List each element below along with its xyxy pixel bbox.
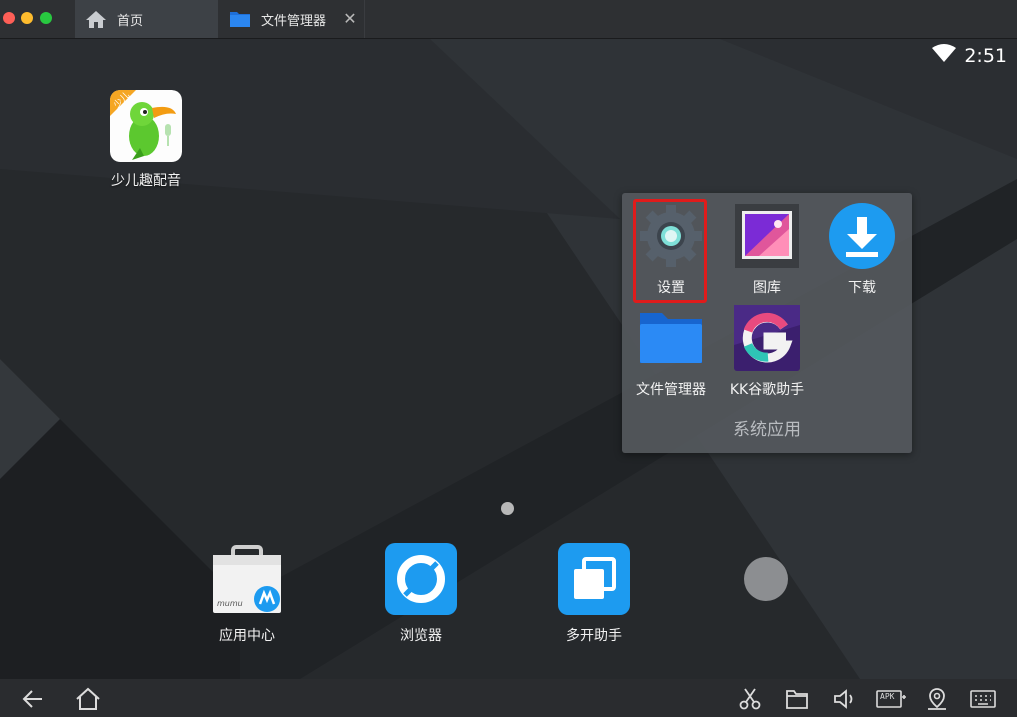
tab-file-manager[interactable]: 文件管理器 ✕ xyxy=(219,0,365,38)
folder-popup-system-apps: 设置 图库 下载 文件管理器 KK谷歌助手 系统应用 xyxy=(622,193,912,453)
tab-label: 首页 xyxy=(117,13,144,29)
folder-icon xyxy=(229,9,251,29)
app-kk-google-helper[interactable]: KK谷歌助手 xyxy=(722,305,812,399)
parrot-app-icon: 少儿 xyxy=(110,90,182,162)
minimize-window-button[interactable] xyxy=(21,12,33,24)
app-shaoer-qupeiyin[interactable]: 少儿 少儿趣配音 xyxy=(101,90,191,190)
tab-home[interactable]: 首页 xyxy=(75,0,218,38)
app-label: 多开助手 xyxy=(566,628,622,644)
bottom-toolbar: APK xyxy=(0,679,1017,717)
location-icon[interactable] xyxy=(924,686,950,712)
dock-app-center[interactable]: mumu 应用中心 xyxy=(192,543,302,645)
multi-instance-icon xyxy=(558,543,630,615)
folder-icon[interactable] xyxy=(784,686,810,712)
app-label: 设置 xyxy=(657,280,685,296)
folder-title[interactable]: 系统应用 xyxy=(622,415,912,440)
apk-text: APK xyxy=(880,692,895,701)
volume-icon[interactable] xyxy=(831,686,857,712)
maximize-window-button[interactable] xyxy=(40,12,52,24)
gallery-icon xyxy=(734,203,800,269)
app-center-icon: mumu xyxy=(211,543,283,615)
home-icon xyxy=(85,9,107,29)
app-label: 文件管理器 xyxy=(636,382,706,398)
home-icon[interactable] xyxy=(75,686,101,712)
back-icon[interactable] xyxy=(20,686,46,712)
app-label: 浏览器 xyxy=(400,628,442,644)
clock: 2:51 xyxy=(964,44,1007,67)
browser-icon xyxy=(385,543,457,615)
close-window-button[interactable] xyxy=(3,12,15,24)
app-drawer-icon xyxy=(730,543,802,615)
page-indicator xyxy=(501,502,514,515)
dock-multi-instance[interactable]: 多开助手 xyxy=(539,543,649,645)
download-icon xyxy=(829,203,895,269)
app-label: KK谷歌助手 xyxy=(729,382,805,398)
dock-browser[interactable]: 浏览器 xyxy=(366,543,476,645)
window-titlebar: 首页 文件管理器 ✕ xyxy=(0,0,1017,39)
app-settings[interactable]: 设置 xyxy=(626,203,716,297)
app-label: 下载 xyxy=(848,280,876,296)
app-label: 图库 xyxy=(753,280,781,296)
app-file-manager[interactable]: 文件管理器 xyxy=(626,305,716,399)
tab-label: 文件管理器 xyxy=(261,13,327,29)
close-tab-icon[interactable]: ✕ xyxy=(342,9,358,29)
app-gallery[interactable]: 图库 xyxy=(722,203,812,297)
brand-text: mumu xyxy=(217,599,243,608)
folder-icon xyxy=(638,305,704,371)
dock-app-drawer[interactable] xyxy=(711,543,821,625)
wifi-icon xyxy=(932,44,957,67)
kk-google-icon xyxy=(734,305,800,371)
status-bar: 2:51 xyxy=(932,44,1007,67)
screenshot-scissors-icon[interactable] xyxy=(737,686,763,712)
android-desktop: 2:51 少儿 少儿趣配音 设置 图库 下载 文件管理器 KK谷歌助手 系统应用… xyxy=(0,39,1017,679)
settings-gear-icon xyxy=(638,203,704,269)
app-label: 应用中心 xyxy=(219,628,275,644)
app-downloads[interactable]: 下载 xyxy=(817,203,907,297)
keyboard-icon[interactable] xyxy=(970,686,996,712)
apk-install-icon[interactable]: APK xyxy=(876,686,906,712)
app-label: 少儿趣配音 xyxy=(111,173,181,189)
